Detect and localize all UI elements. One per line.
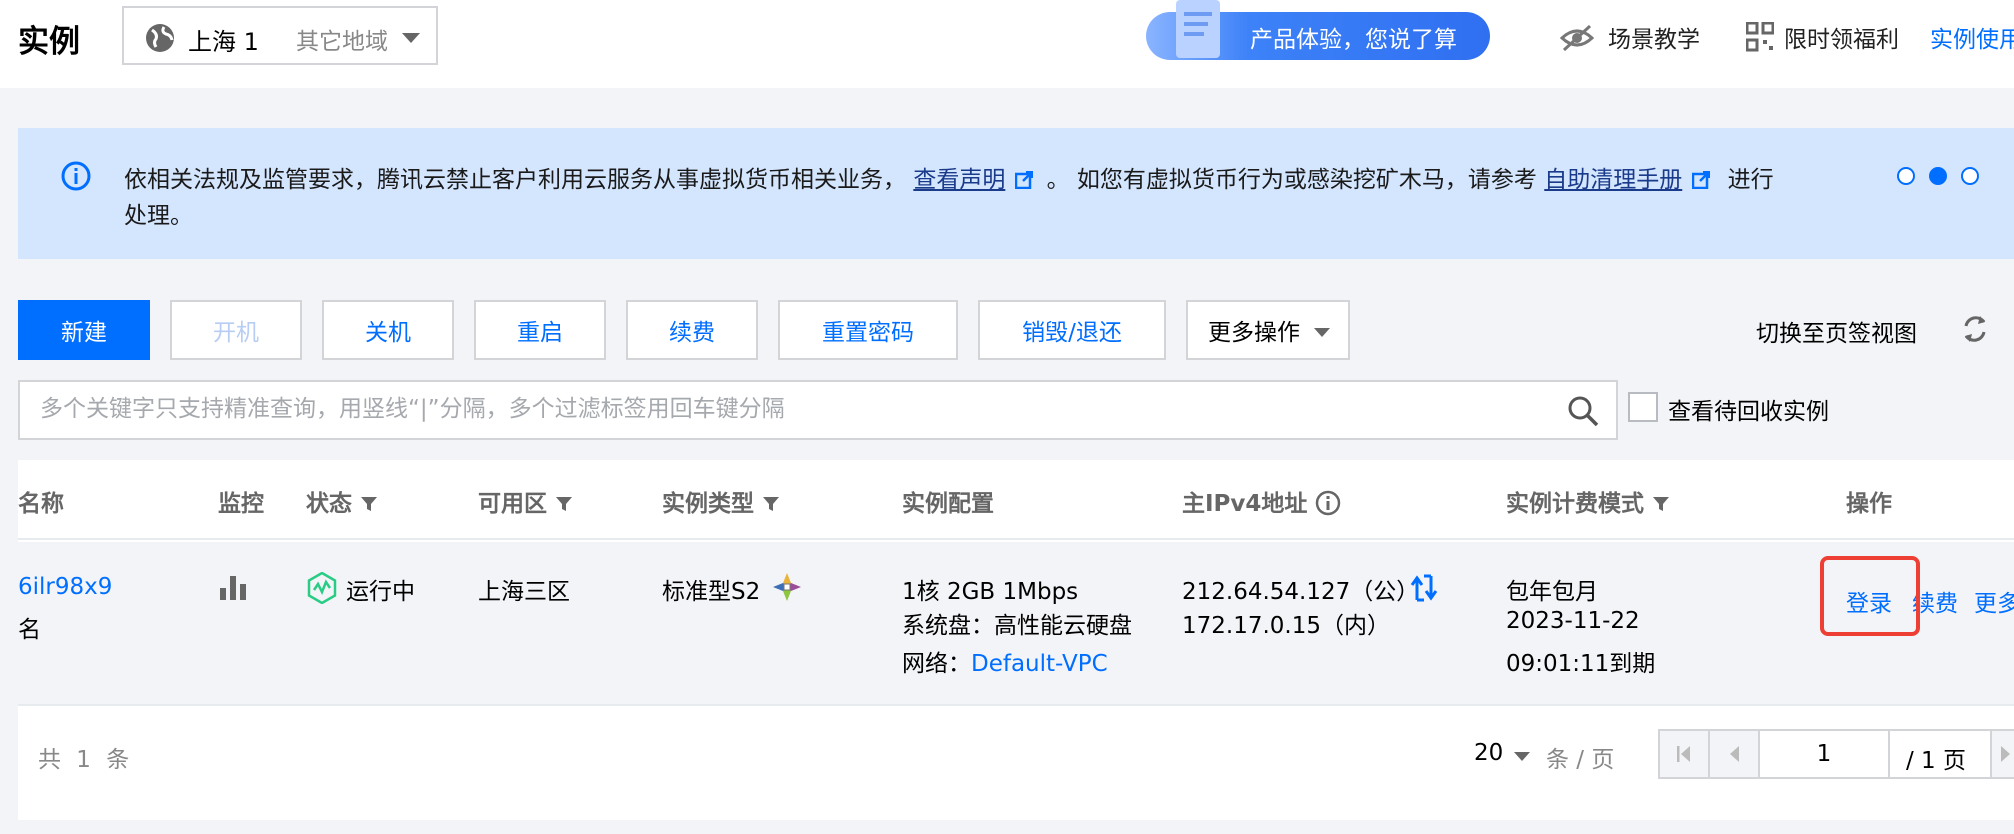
region-selector[interactable]: 上海 1 其它地域 [122,6,438,65]
total-count: 共 1 条 [38,747,134,773]
page-number-input[interactable] [1760,731,1890,777]
status-text: 运行中 [346,579,415,605]
welfare-link[interactable]: 限时领福利 [1784,20,1899,54]
total-pages: / 1 页 [1906,748,1967,774]
eye-off-icon [1560,24,1594,52]
chevron-right-icon [2001,746,2010,762]
document-icon [1176,0,1220,58]
feedback-label[interactable]: 产品体验，您说了算 [1250,20,1457,54]
switch-tab-view-link[interactable]: 切换至页签视图 [1756,314,1917,348]
more-action-link[interactable]: 更多 [1974,584,2014,618]
view-statement-link[interactable]: 查看声明 [913,167,1005,193]
zone-text: 上海三区 [478,579,570,605]
running-status-icon [307,572,337,604]
first-page-icon [1677,746,1690,762]
banner-text: 依相关法规及监管要求，腾讯云禁止客户利用云服务从事虚拟货币相关业务， 查看声明 … [124,167,1774,193]
banner-pagination [1897,167,2007,187]
column-status[interactable]: 状态 [306,484,378,518]
region-other: 其它地域 [296,29,388,55]
first-page-button[interactable] [1660,731,1710,777]
recycle-checkbox[interactable] [1628,392,1658,422]
search-input[interactable] [40,396,1540,422]
pagination: / 1 页 [1658,729,2014,779]
scene-tour-link[interactable]: 场景教学 [1608,20,1700,54]
external-link-icon[interactable] [1692,171,1711,189]
filter-icon[interactable] [762,495,780,513]
prev-page-button[interactable] [1710,731,1760,777]
billing-expire: 09:01:11到期 [1506,651,1656,677]
column-actions: 操作 [1846,491,1892,517]
reset-password-button[interactable]: 重置密码 [778,300,958,360]
page-size-select[interactable]: 20 [1474,740,1503,766]
renew-button[interactable]: 续费 [626,300,758,360]
globe-icon [146,24,174,52]
search-box [18,380,1618,440]
config-disk: 系统盘：高性能云硬盘 [902,613,1132,639]
info-icon[interactable] [1315,490,1341,516]
filter-icon[interactable] [360,495,378,513]
info-icon [61,161,91,191]
transfer-ip-icon[interactable] [1410,574,1438,602]
column-zone[interactable]: 可用区 [478,484,573,518]
filter-icon[interactable] [555,495,573,513]
next-page-button[interactable] [1990,731,2014,777]
config-spec: 1核 2GB 1Mbps [902,579,1079,605]
monitor-chart-icon[interactable] [220,574,248,600]
per-page-label: 条 / 页 [1546,747,1615,773]
column-monitor: 监控 [218,491,264,517]
instance-id-link[interactable]: 6ilr98x9 [18,574,112,600]
usage-guide-link[interactable]: 实例使用 [1930,20,2014,54]
banner-dot[interactable] [1897,167,1915,185]
restart-button[interactable]: 重启 [474,300,606,360]
chevron-down-icon [1314,328,1330,337]
more-actions-dropdown[interactable]: 更多操作 [1186,300,1350,360]
banner-dot-active[interactable] [1929,167,1947,185]
os-logo-icon [773,573,801,601]
recycle-label: 查看待回收实例 [1668,399,1829,425]
instance-type: 标准型S2 [662,579,761,605]
filter-icon[interactable] [1652,495,1670,513]
ip-private: 172.17.0.15（内） [1182,613,1390,639]
column-type[interactable]: 实例类型 [662,484,780,518]
new-instance-button[interactable]: 新建 [18,300,150,360]
chevron-left-icon [1730,746,1739,762]
column-ip: 主IPv4地址 [1182,484,1341,518]
instance-name: 名 [18,617,41,643]
column-billing[interactable]: 实例计费模式 [1506,484,1670,518]
page-title: 实例 [18,24,80,60]
region-current: 上海 1 [188,28,259,56]
start-button[interactable]: 开机 [170,300,302,360]
refresh-icon[interactable] [1958,312,1992,346]
billing-mode: 包年包月 [1506,579,1598,605]
more-actions-label: 更多操作 [1208,320,1300,346]
column-config: 实例配置 [902,491,994,517]
banner-text-line2: 处理。 [124,203,193,229]
vpc-link[interactable]: Default-VPC [971,651,1108,677]
shutdown-button[interactable]: 关机 [322,300,454,360]
qr-code-icon [1746,22,1774,52]
external-link-icon[interactable] [1015,171,1034,189]
column-name: 名称 [18,491,64,517]
config-network: 网络：Default-VPC [902,651,1108,677]
chevron-down-icon [402,33,420,43]
self-cleanup-manual-link[interactable]: 自助清理手册 [1544,167,1682,193]
search-icon[interactable] [1566,394,1600,428]
banner-dot[interactable] [1961,167,1979,185]
login-highlight-box [1820,556,1920,636]
billing-date: 2023-11-22 [1506,608,1640,634]
chevron-down-icon[interactable] [1514,752,1530,761]
ip-public: 212.64.54.127（公） [1182,579,1420,605]
destroy-button[interactable]: 销毁/退还 [978,300,1166,360]
